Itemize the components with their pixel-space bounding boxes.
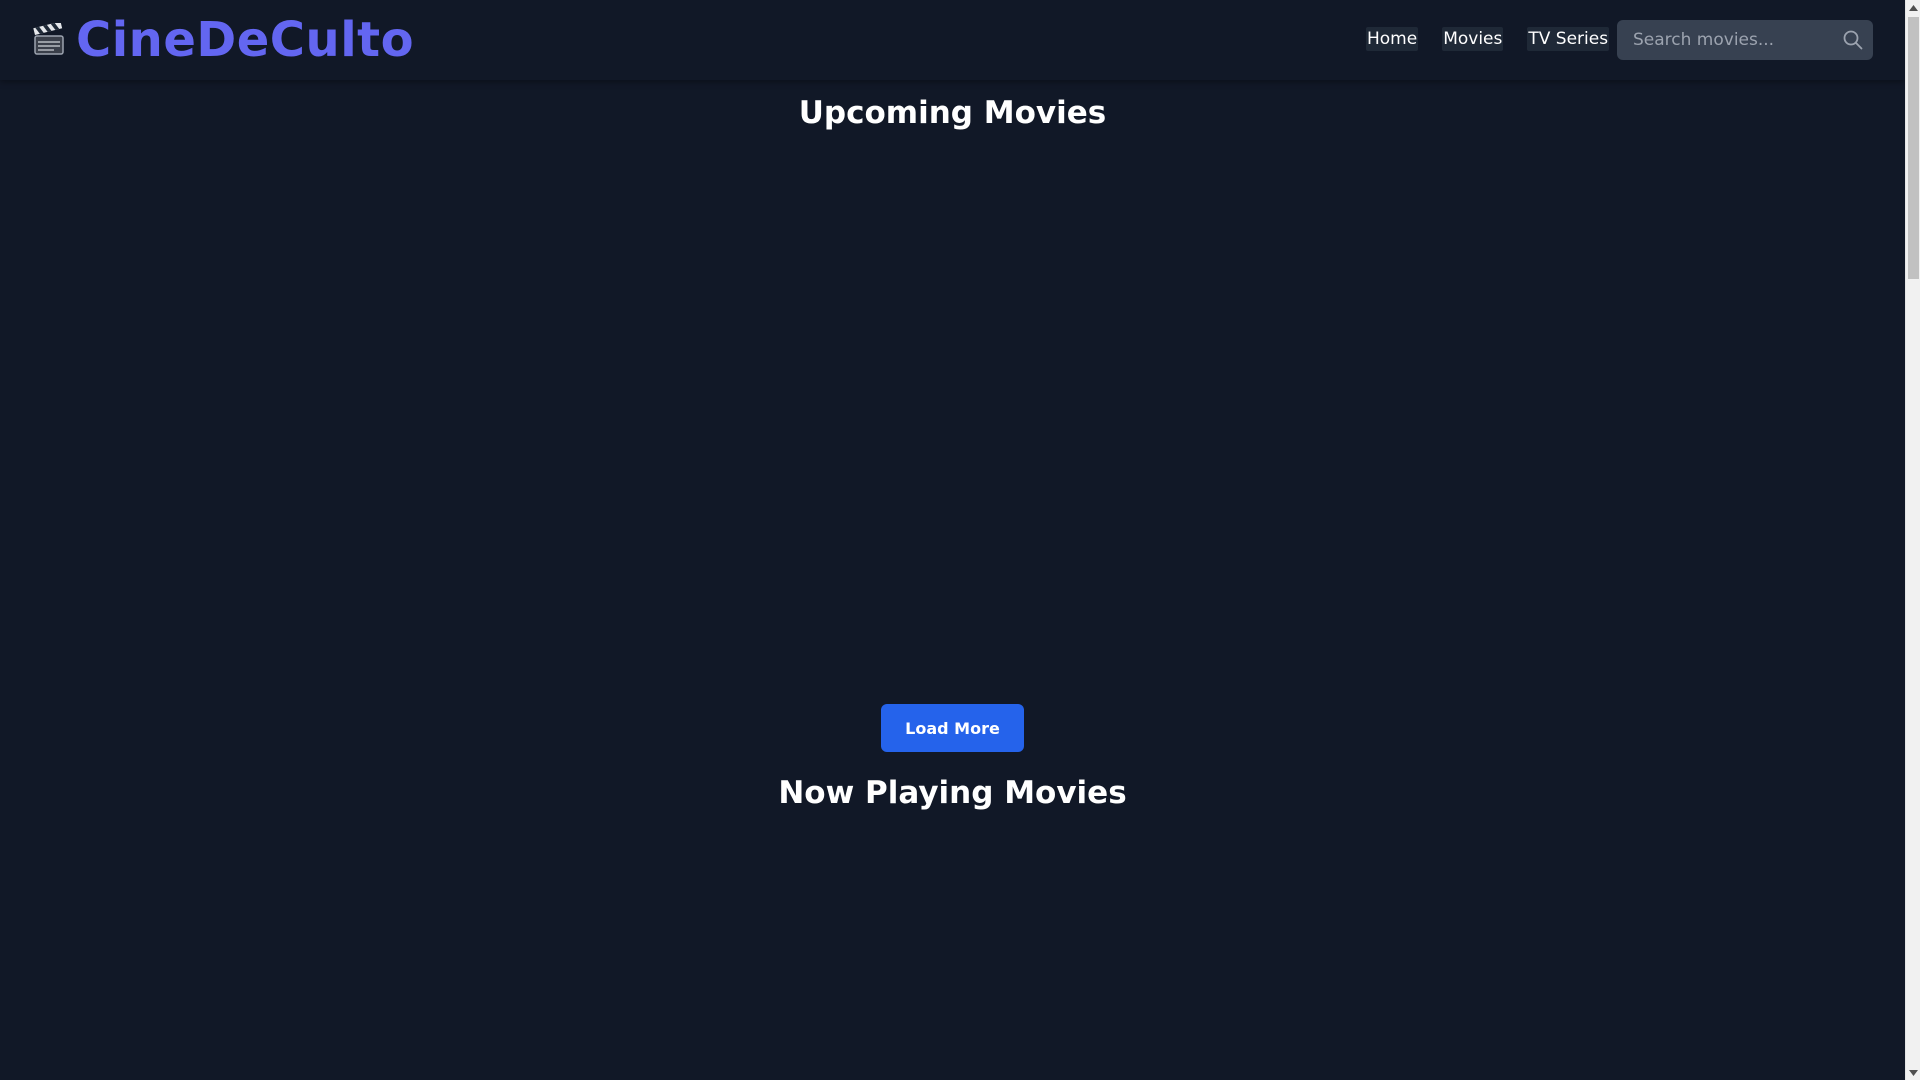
search-input[interactable] [1617, 20, 1873, 60]
clapperboard-icon [32, 21, 66, 57]
search-icon[interactable] [1841, 28, 1865, 52]
now-playing-movies-grid [0, 820, 1905, 1080]
now-playing-movies-title: Now Playing Movies [778, 775, 1127, 811]
logo-text: CineDeCulto [76, 12, 415, 68]
logo[interactable]: CineDeCulto [32, 10, 414, 70]
site-header: CineDeCulto Home Movies TV Series [0, 0, 1905, 80]
page: CineDeCulto Home Movies TV Series Upcomi… [0, 0, 1920, 1080]
scrollbar-thumb[interactable] [1908, 17, 1919, 279]
load-more-button[interactable]: Load More [881, 704, 1024, 752]
nav-movies[interactable]: Movies [1442, 27, 1504, 51]
scroll-up-icon[interactable] [1906, 0, 1920, 15]
upcoming-movies-grid [0, 140, 1905, 690]
scroll-down-icon[interactable] [1906, 1065, 1920, 1080]
main-nav: Home Movies TV Series [1366, 27, 1610, 51]
upcoming-movies-title: Upcoming Movies [798, 95, 1107, 131]
nav-home[interactable]: Home [1366, 27, 1419, 51]
page-scrollbar[interactable] [1905, 0, 1920, 1080]
nav-tv-series[interactable]: TV Series [1527, 27, 1610, 51]
search-bar [1617, 20, 1873, 60]
